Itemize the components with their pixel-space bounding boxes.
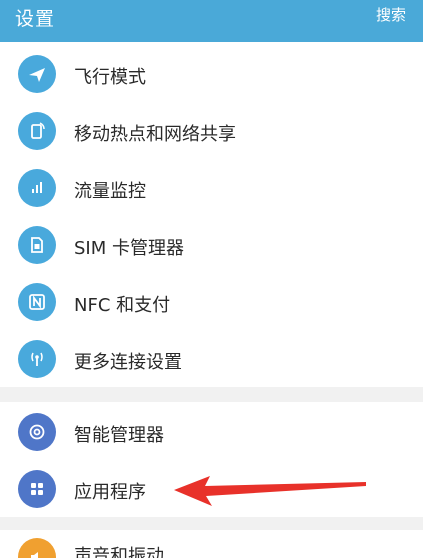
airplane-icon xyxy=(18,55,56,93)
apps-grid-icon xyxy=(18,470,56,508)
settings-item-label: SIM 卡管理器 xyxy=(74,238,184,259)
settings-item-label: NFC 和支付 xyxy=(74,295,171,316)
settings-item-sounds-vibration[interactable]: 声音和振动 xyxy=(0,530,423,558)
settings-item-data-usage[interactable]: 流量监控 xyxy=(0,160,423,217)
settings-item-nfc-payment[interactable]: NFC 和支付 xyxy=(0,274,423,331)
settings-item-label: 应用程序 xyxy=(74,482,146,503)
settings-item-label: 更多连接设置 xyxy=(74,352,182,373)
app-bar: 设置 搜索 xyxy=(0,0,423,42)
settings-item-more-connections[interactable]: 更多连接设置 xyxy=(0,331,423,388)
data-usage-icon xyxy=(18,169,56,207)
settings-item-smart-manager[interactable]: 智能管理器 xyxy=(0,404,423,461)
page-title: 设置 xyxy=(15,8,56,30)
settings-item-label: 流量监控 xyxy=(74,181,146,202)
smart-manager-icon xyxy=(18,413,56,451)
settings-item-hotspot-tethering[interactable]: 移动热点和网络共享 xyxy=(0,103,423,160)
settings-item-label: 移动热点和网络共享 xyxy=(74,124,236,145)
settings-item-airplane-mode[interactable]: 飞行模式 xyxy=(0,46,423,103)
settings-item-label: 声音和振动 xyxy=(74,546,164,558)
settings-item-label: 智能管理器 xyxy=(74,425,164,446)
connections-group: 飞行模式 移动热点和网络共享 流量监控 SIM 卡管理器 NFC 和支付 更多连… xyxy=(0,42,423,387)
sim-card-icon xyxy=(18,226,56,264)
settings-item-sim-manager[interactable]: SIM 卡管理器 xyxy=(0,217,423,274)
nfc-icon xyxy=(18,283,56,321)
antenna-icon xyxy=(18,340,56,378)
sound-group: 声音和振动 xyxy=(0,530,423,558)
speaker-icon xyxy=(18,538,56,558)
settings-item-label: 飞行模式 xyxy=(74,67,146,88)
annotation-arrow xyxy=(174,476,366,506)
hotspot-phone-icon xyxy=(18,112,56,150)
search-button[interactable]: 搜索 xyxy=(376,4,406,25)
